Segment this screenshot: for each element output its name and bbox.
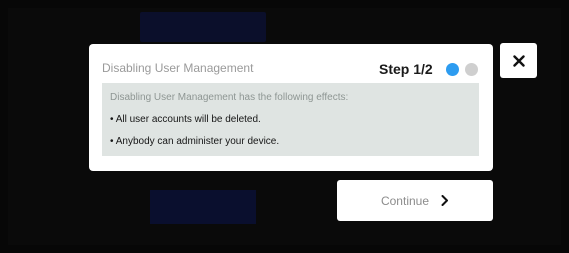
step-indicator-label: Step 1/2: [379, 61, 433, 77]
close-button[interactable]: [500, 43, 537, 78]
step-dialog: Disabling User Management Step 1/2 Disab…: [89, 44, 493, 171]
effect-item-anybody-admin: • Anybody can administer your device.: [110, 136, 280, 147]
effects-heading: Disabling User Management has the follow…: [110, 92, 349, 103]
dialog-title: Disabling User Management: [102, 61, 254, 75]
close-icon: [512, 54, 525, 67]
continue-label: Continue: [380, 193, 430, 208]
background-element-bottom: [150, 190, 256, 224]
step-dot-active: [446, 63, 459, 76]
step-dot-inactive: [465, 63, 478, 76]
chevron-right-icon: [441, 195, 449, 206]
screen: Disabling User Management Step 1/2 Disab…: [0, 0, 569, 253]
background-element-top: [140, 12, 266, 42]
effect-item-delete-accounts: • All user accounts will be deleted.: [110, 114, 261, 125]
effects-info-box: Disabling User Management has the follow…: [102, 83, 479, 156]
continue-button[interactable]: Continue: [337, 180, 493, 221]
